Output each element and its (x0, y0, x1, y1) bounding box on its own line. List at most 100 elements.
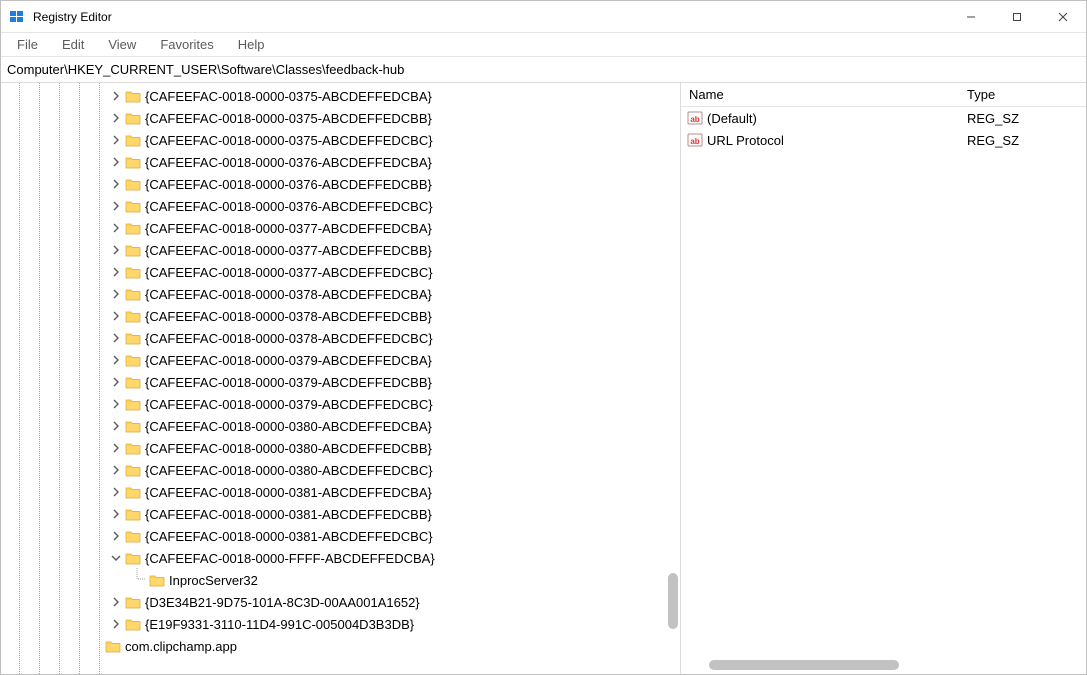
chevron-right-icon[interactable] (109, 113, 123, 123)
tree-item[interactable]: {CAFEEFAC-0018-0000-0375-ABCDEFFEDCBC} (1, 129, 680, 151)
chevron-right-icon[interactable] (109, 619, 123, 629)
tree-item-label: {CAFEEFAC-0018-0000-0376-ABCDEFFEDCBC} (145, 199, 433, 214)
address-path: Computer\HKEY_CURRENT_USER\Software\Clas… (7, 62, 404, 77)
chevron-right-icon[interactable] (109, 597, 123, 607)
tree-item[interactable]: {CAFEEFAC-0018-0000-0376-ABCDEFFEDCBB} (1, 173, 680, 195)
tree-item[interactable]: {CAFEEFAC-0018-0000-0381-ABCDEFFEDCBB} (1, 503, 680, 525)
menu-edit[interactable]: Edit (52, 35, 94, 54)
tree-item[interactable]: {CAFEEFAC-0018-0000-0380-ABCDEFFEDCBA} (1, 415, 680, 437)
main-area: {CAFEEFAC-0018-0000-0375-ABCDEFFEDCBA} {C… (1, 83, 1086, 674)
chevron-right-icon[interactable] (109, 399, 123, 409)
folder-icon (105, 639, 121, 653)
address-bar[interactable]: Computer\HKEY_CURRENT_USER\Software\Clas… (1, 57, 1086, 83)
values-hscroll[interactable] (689, 660, 1078, 670)
registry-tree[interactable]: {CAFEEFAC-0018-0000-0375-ABCDEFFEDCBA} {C… (1, 83, 680, 674)
window-buttons (948, 1, 1086, 33)
value-name: (Default) (707, 111, 959, 126)
tree-item-label: InprocServer32 (169, 573, 258, 588)
tree-item[interactable]: {CAFEEFAC-0018-0000-0379-ABCDEFFEDCBC} (1, 393, 680, 415)
tree-item[interactable]: {CAFEEFAC-0018-0000-0381-ABCDEFFEDCBA} (1, 481, 680, 503)
menu-favorites[interactable]: Favorites (150, 35, 223, 54)
tree-item[interactable]: InprocServer32 (1, 569, 680, 591)
chevron-right-icon[interactable] (109, 245, 123, 255)
tree-item[interactable]: {CAFEEFAC-0018-0000-0378-ABCDEFFEDCBC} (1, 327, 680, 349)
tree-item[interactable]: {CAFEEFAC-0018-0000-0381-ABCDEFFEDCBC} (1, 525, 680, 547)
menu-file[interactable]: File (7, 35, 48, 54)
chevron-right-icon[interactable] (109, 465, 123, 475)
tree-pane: {CAFEEFAC-0018-0000-0375-ABCDEFFEDCBA} {C… (1, 83, 681, 674)
chevron-right-icon[interactable] (109, 267, 123, 277)
folder-icon (125, 265, 141, 279)
tree-item-label: {CAFEEFAC-0018-0000-0375-ABCDEFFEDCBB} (145, 111, 432, 126)
app-icon (9, 9, 25, 25)
tree-item[interactable]: com.clipchamp.app (1, 635, 680, 657)
chevron-right-icon[interactable] (109, 421, 123, 431)
string-value-icon: ab (687, 110, 703, 126)
chevron-right-icon[interactable] (109, 443, 123, 453)
chevron-down-icon[interactable] (109, 553, 123, 563)
chevron-right-icon[interactable] (109, 377, 123, 387)
folder-icon (125, 177, 141, 191)
col-type[interactable]: Type (959, 87, 1086, 102)
tree-item[interactable]: {CAFEEFAC-0018-0000-0377-ABCDEFFEDCBC} (1, 261, 680, 283)
tree-item-label: {CAFEEFAC-0018-0000-0375-ABCDEFFEDCBC} (145, 133, 433, 148)
values-list[interactable]: ab(Default)REG_SZabURL ProtocolREG_SZ (681, 107, 1086, 151)
tree-item[interactable]: {CAFEEFAC-0018-0000-0377-ABCDEFFEDCBA} (1, 217, 680, 239)
tree-scrollbar-thumb[interactable] (668, 573, 678, 629)
tree-item-label: com.clipchamp.app (125, 639, 237, 654)
menu-view[interactable]: View (98, 35, 146, 54)
tree-item[interactable]: {CAFEEFAC-0018-0000-0379-ABCDEFFEDCBA} (1, 349, 680, 371)
maximize-button[interactable] (994, 1, 1040, 33)
tree-item[interactable]: {CAFEEFAC-0018-0000-0376-ABCDEFFEDCBA} (1, 151, 680, 173)
chevron-right-icon[interactable] (109, 91, 123, 101)
chevron-right-icon[interactable] (109, 355, 123, 365)
menu-help[interactable]: Help (228, 35, 275, 54)
col-name[interactable]: Name (681, 87, 959, 102)
folder-icon (125, 485, 141, 499)
tree-item[interactable]: {CAFEEFAC-0018-0000-0378-ABCDEFFEDCBB} (1, 305, 680, 327)
chevron-right-icon[interactable] (109, 509, 123, 519)
tree-item-label: {CAFEEFAC-0018-0000-FFFF-ABCDEFFEDCBA} (145, 551, 435, 566)
tree-item-label: {CAFEEFAC-0018-0000-0380-ABCDEFFEDCBA} (145, 419, 432, 434)
window-title: Registry Editor (33, 10, 948, 24)
tree-item[interactable]: {CAFEEFAC-0018-0000-FFFF-ABCDEFFEDCBA} (1, 547, 680, 569)
folder-icon (125, 155, 141, 169)
chevron-right-icon[interactable] (109, 179, 123, 189)
tree-item[interactable]: {CAFEEFAC-0018-0000-0378-ABCDEFFEDCBA} (1, 283, 680, 305)
tree-item[interactable]: {D3E34B21-9D75-101A-8C3D-00AA001A1652} (1, 591, 680, 613)
tree-item[interactable]: {CAFEEFAC-0018-0000-0380-ABCDEFFEDCBC} (1, 459, 680, 481)
tree-item-label: {CAFEEFAC-0018-0000-0380-ABCDEFFEDCBC} (145, 463, 433, 478)
tree-item-label: {E19F9331-3110-11D4-991C-005004D3B3DB} (145, 617, 414, 632)
folder-icon (125, 397, 141, 411)
chevron-right-icon[interactable] (109, 201, 123, 211)
tree-item-label: {CAFEEFAC-0018-0000-0379-ABCDEFFEDCBA} (145, 353, 432, 368)
value-row[interactable]: abURL ProtocolREG_SZ (681, 129, 1086, 151)
minimize-button[interactable] (948, 1, 994, 33)
chevron-right-icon[interactable] (109, 333, 123, 343)
tree-item-label: {CAFEEFAC-0018-0000-0378-ABCDEFFEDCBA} (145, 287, 432, 302)
tree-item[interactable]: {CAFEEFAC-0018-0000-0377-ABCDEFFEDCBB} (1, 239, 680, 261)
chevron-right-icon[interactable] (109, 531, 123, 541)
tree-item[interactable]: {CAFEEFAC-0018-0000-0376-ABCDEFFEDCBC} (1, 195, 680, 217)
folder-icon (149, 573, 165, 587)
chevron-right-icon[interactable] (109, 311, 123, 321)
tree-item-label: {D3E34B21-9D75-101A-8C3D-00AA001A1652} (145, 595, 420, 610)
tree-item[interactable]: {CAFEEFAC-0018-0000-0375-ABCDEFFEDCBB} (1, 107, 680, 129)
folder-icon (125, 441, 141, 455)
folder-icon (125, 89, 141, 103)
tree-item[interactable]: {CAFEEFAC-0018-0000-0380-ABCDEFFEDCBB} (1, 437, 680, 459)
chevron-right-icon[interactable] (109, 157, 123, 167)
chevron-right-icon[interactable] (109, 135, 123, 145)
close-button[interactable] (1040, 1, 1086, 33)
tree-item[interactable]: {CAFEEFAC-0018-0000-0379-ABCDEFFEDCBB} (1, 371, 680, 393)
chevron-right-icon[interactable] (109, 289, 123, 299)
values-hscroll-thumb[interactable] (709, 660, 899, 670)
tree-item-label: {CAFEEFAC-0018-0000-0376-ABCDEFFEDCBA} (145, 155, 432, 170)
tree-item[interactable]: {CAFEEFAC-0018-0000-0375-ABCDEFFEDCBA} (1, 85, 680, 107)
value-row[interactable]: ab(Default)REG_SZ (681, 107, 1086, 129)
tree-item[interactable]: {E19F9331-3110-11D4-991C-005004D3B3DB} (1, 613, 680, 635)
tree-item-label: {CAFEEFAC-0018-0000-0381-ABCDEFFEDCBA} (145, 485, 432, 500)
chevron-right-icon[interactable] (109, 223, 123, 233)
chevron-right-icon[interactable] (109, 487, 123, 497)
folder-icon (125, 551, 141, 565)
